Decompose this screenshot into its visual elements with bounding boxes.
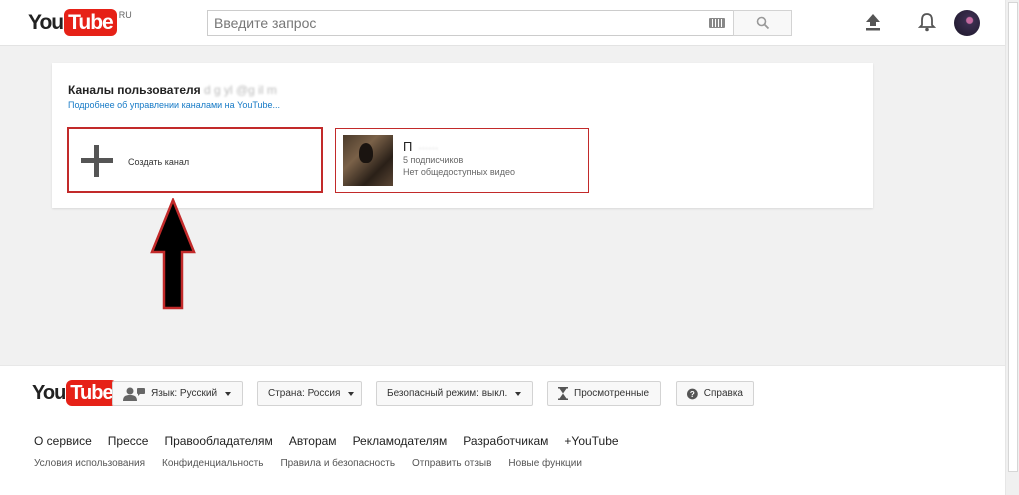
channel-thumbnail (343, 135, 393, 186)
logo-tube: Tube (64, 9, 117, 36)
footer-link[interactable]: О сервисе (34, 434, 92, 448)
footer-small-link[interactable]: Правила и безопасность (280, 458, 395, 469)
plus-icon (81, 145, 113, 177)
footer-small-link[interactable]: Конфиденциальность (162, 458, 263, 469)
footer-primary-links: О сервисе Прессе Правообладателям Автора… (34, 434, 635, 448)
footer-logo-tube: Tube (66, 380, 117, 406)
scrollbar-thumb[interactable] (1008, 2, 1018, 472)
help-icon: ? (687, 388, 698, 399)
logo-region: RU (118, 10, 132, 20)
help-label: Справка (703, 388, 743, 399)
manage-channels-link[interactable]: Подробнее об управлении каналами на YouT… (68, 100, 280, 110)
footer-link[interactable]: Разработчикам (463, 434, 548, 448)
language-label: Язык: Русский (151, 388, 218, 399)
hourglass-icon (558, 387, 568, 400)
chevron-down-icon (225, 391, 232, 396)
footer-link[interactable]: Рекламодателям (353, 434, 448, 448)
svg-text:?: ? (690, 390, 695, 399)
channel-name: П ······ (403, 139, 438, 154)
channels-card: Каналы пользователя d g yl @g il m Подро… (52, 63, 873, 208)
avatar[interactable] (954, 10, 980, 36)
safety-mode-label: Безопасный режим: выкл. (387, 388, 508, 399)
channel-name-text: П (403, 139, 413, 154)
search-icon (756, 16, 769, 30)
safety-mode-button[interactable]: Безопасный режим: выкл. (376, 381, 533, 406)
search-box (207, 10, 733, 36)
country-button[interactable]: Страна: Россия (257, 381, 362, 406)
footer-small-link[interactable]: Новые функции (508, 458, 582, 469)
create-channel-label: Создать канал (128, 157, 190, 167)
masthead: You Tube RU (0, 0, 1005, 46)
logo-you: You (28, 11, 64, 34)
footer-youtube-logo[interactable]: You Tube (32, 380, 117, 406)
scrollbar[interactable] (1005, 0, 1019, 495)
channels-title: Каналы пользователя d g yl @g il m (68, 83, 277, 97)
footer-link[interactable]: +YouTube (564, 434, 618, 448)
help-button[interactable]: ? Справка (676, 381, 754, 406)
channel-tile[interactable]: П ······ 5 подписчиков Нет общедоступных … (335, 128, 589, 193)
channels-title-email: d g yl @g il m (203, 83, 277, 97)
footer-link[interactable]: Авторам (289, 434, 337, 448)
chevron-down-icon (515, 391, 522, 396)
history-button[interactable]: Просмотренные (547, 381, 661, 406)
channel-subscribers: 5 подписчиков (403, 155, 464, 165)
footer-link[interactable]: Прессе (108, 434, 149, 448)
bell-icon[interactable] (918, 12, 936, 32)
language-button[interactable]: Язык: Русский (112, 381, 243, 406)
annotation-arrow-icon (150, 198, 196, 310)
country-label: Страна: Россия (268, 388, 341, 399)
channels-title-text: Каналы пользователя (68, 83, 201, 97)
upload-icon[interactable] (864, 13, 882, 31)
create-channel-button[interactable]: Создать канал (67, 127, 323, 193)
footer-small-link[interactable]: Условия использования (34, 458, 145, 469)
footer-small-link[interactable]: Отправить отзыв (412, 458, 491, 469)
channel-name-hidden: ······ (418, 143, 439, 154)
footer-secondary-links: Условия использования Конфиденциальность… (34, 458, 599, 469)
footer: You Tube Язык: Русский Страна: Россия Бе… (0, 365, 1005, 495)
footer-link[interactable]: Правообладателям (164, 434, 272, 448)
channel-videos: Нет общедоступных видео (403, 167, 515, 177)
footer-logo-you: You (32, 382, 66, 404)
keyboard-icon[interactable] (709, 18, 725, 28)
chevron-down-icon (348, 391, 355, 396)
history-label: Просмотренные (574, 388, 650, 399)
language-icon (123, 387, 145, 401)
youtube-logo[interactable]: You Tube RU (28, 9, 132, 36)
search-button[interactable] (733, 10, 792, 36)
search-input[interactable] (208, 11, 698, 35)
